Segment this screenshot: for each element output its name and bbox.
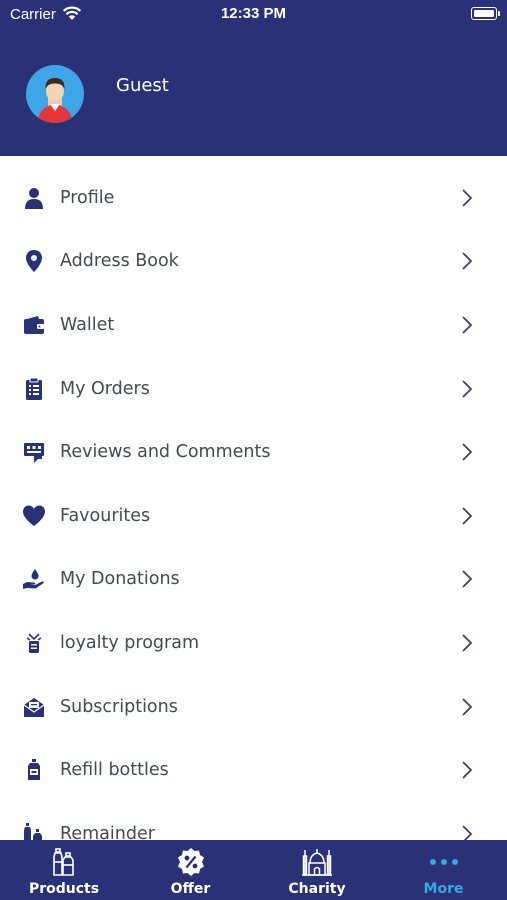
donation-hand-icon — [23, 569, 44, 590]
more-dots-icon — [429, 859, 458, 865]
menu-item-reviews-and-comments[interactable]: Reviews and Comments — [0, 420, 507, 484]
bottles-icon — [24, 822, 42, 840]
user-avatar-icon — [38, 78, 72, 123]
menu-item-label: My Donations — [60, 569, 180, 590]
tab-label: Products — [28, 881, 100, 897]
heart-icon — [23, 505, 45, 526]
menu-item-label: loyalty program — [60, 632, 199, 653]
menu-item-refill-bottles[interactable]: Refill bottles — [0, 738, 507, 802]
chevron-right-icon — [462, 507, 473, 525]
menu-item-label: Address Book — [60, 251, 179, 272]
menu-item-label: Profile — [60, 187, 115, 208]
chevron-right-icon — [462, 697, 473, 716]
chevron-right-icon — [462, 570, 473, 589]
chevron-right-icon — [462, 252, 473, 271]
chevron-right-icon — [462, 634, 473, 652]
percent-badge-icon — [177, 848, 204, 876]
profile-header: Carrier 12:33 PM Guest — [0, 0, 507, 156]
refill-bottle-icon — [28, 759, 40, 781]
menu-list: Profile Address Book Wallet My Orders Re… — [0, 156, 507, 840]
menu-item-remainder[interactable]: Remainder — [0, 802, 507, 840]
tab-products[interactable]: Products — [1, 840, 127, 900]
battery-icon — [471, 7, 500, 20]
subscription-envelope-icon — [23, 697, 45, 717]
menu-item-wallet[interactable]: Wallet — [0, 293, 507, 357]
menu-item-label: Refill bottles — [60, 760, 169, 781]
wallet-icon — [24, 315, 44, 334]
status-time: 12:33 PM — [220, 5, 287, 22]
loyalty-icon — [26, 633, 42, 653]
tab-label: More — [423, 881, 464, 897]
tab-label: Offer — [170, 881, 211, 897]
user-name: Guest — [116, 75, 169, 96]
bottles-icon — [53, 848, 74, 876]
chevron-right-icon — [462, 379, 473, 398]
chevron-right-icon — [462, 316, 473, 334]
mosque-icon — [302, 849, 332, 876]
location-pin-icon — [26, 250, 42, 273]
person-icon — [25, 187, 43, 209]
orders-list-icon — [26, 377, 42, 400]
tab-label: Charity — [288, 881, 346, 897]
menu-item-my-orders[interactable]: My Orders — [0, 357, 507, 421]
menu-item-address-book[interactable]: Address Book — [0, 230, 507, 294]
menu-item-subscriptions[interactable]: Subscriptions — [0, 675, 507, 739]
menu-item-label: Remainder — [60, 823, 155, 840]
avatar[interactable] — [26, 65, 84, 123]
chevron-right-icon — [462, 189, 473, 207]
menu-item-loyalty-program[interactable]: loyalty program — [0, 611, 507, 675]
tab-bar: Products Offer Charity More — [0, 840, 507, 900]
menu-item-label: Favourites — [60, 505, 151, 526]
menu-item-favourites[interactable]: Favourites — [0, 484, 507, 548]
menu-item-profile[interactable]: Profile — [0, 166, 507, 230]
reviews-icon — [24, 443, 44, 464]
tab-offer[interactable]: Offer — [128, 840, 254, 900]
tab-charity[interactable]: Charity — [254, 840, 380, 900]
chevron-right-icon — [462, 443, 473, 461]
menu-item-label: Wallet — [60, 314, 115, 335]
chevron-right-icon — [462, 761, 473, 779]
status-bar: Carrier 12:33 PM — [0, 0, 507, 30]
menu-item-label: Subscriptions — [60, 696, 178, 717]
menu-item-my-donations[interactable]: My Donations — [0, 548, 507, 612]
chevron-right-icon — [462, 825, 473, 840]
menu-item-label: Reviews and Comments — [60, 442, 271, 463]
tab-more[interactable]: More — [381, 840, 507, 900]
menu-item-label: My Orders — [60, 378, 150, 399]
